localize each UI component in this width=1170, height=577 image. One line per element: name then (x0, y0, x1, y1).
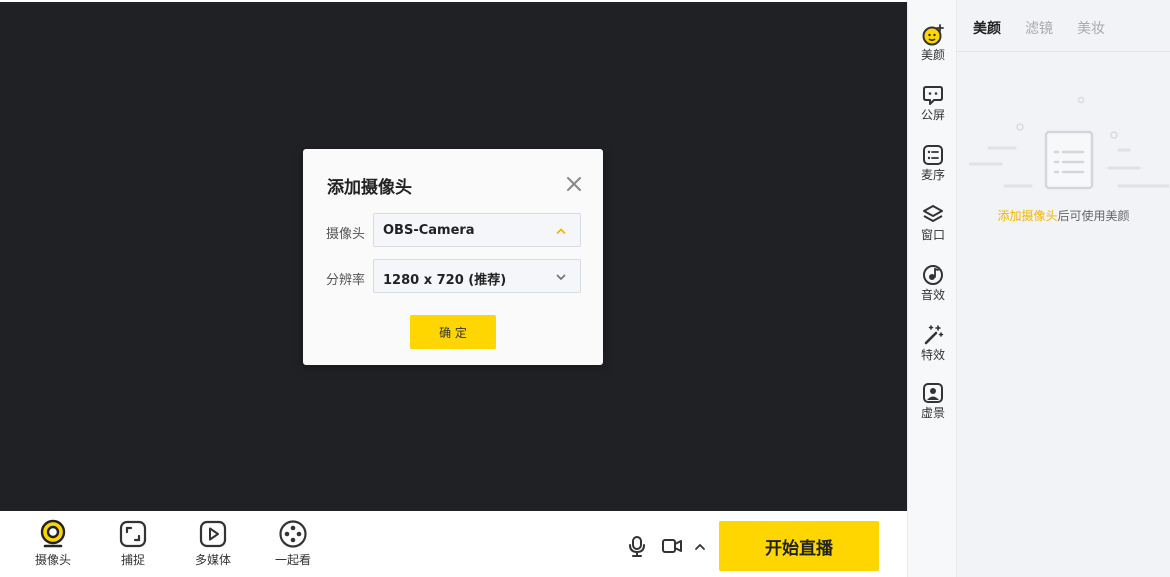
document-list-icon (969, 96, 1169, 190)
tool-watch-together[interactable]: 一起看 (263, 519, 323, 567)
rail-label: 美颜 (920, 48, 945, 62)
tool-media[interactable]: 多媒体 (183, 519, 243, 567)
rail-label: 麦序 (920, 168, 945, 182)
tab-filter[interactable]: 滤镜 (1025, 18, 1053, 38)
sound-effect-icon (923, 265, 943, 285)
chevron-up-icon[interactable] (693, 535, 707, 557)
tool-label: 一起看 (274, 553, 311, 567)
rail-item-chat[interactable]: 公屏 (908, 84, 958, 122)
rail-label: 特效 (920, 348, 945, 362)
add-camera-link[interactable]: 添加摄像头 (997, 209, 1057, 223)
beauty-panel: 美颜 滤镜 美妆 添加摄像头后可使用美颜 (957, 0, 1170, 577)
beauty-face-icon (922, 24, 944, 46)
camera-field-label: 摄像头 (326, 227, 366, 242)
confirm-button[interactable]: 确 定 (410, 315, 496, 349)
rail-label: 窗口 (920, 228, 945, 242)
camera-select[interactable]: OBS-Camera (373, 213, 581, 247)
rail-item-sound-effect[interactable]: 音效 (908, 264, 958, 302)
rail-item-effects[interactable]: 特效 (908, 324, 958, 362)
chevron-up-icon (556, 228, 566, 234)
layers-icon (923, 205, 943, 222)
film-reel-icon (279, 520, 307, 548)
chevron-down-icon (556, 274, 566, 281)
capture-icon (119, 520, 147, 548)
function-rail: 美颜 公屏 麦序 窗口 音效 特效 虚景 (907, 0, 957, 577)
tab-makeup[interactable]: 美妆 (1077, 18, 1105, 38)
rail-label: 虚景 (920, 406, 945, 420)
media-play-icon (199, 520, 227, 548)
tool-camera[interactable]: 摄像头 (23, 519, 83, 567)
resolution-select-value: 1280 x 720 (推荐) (383, 273, 507, 288)
resolution-select[interactable]: 1280 x 720 (推荐) (373, 259, 581, 293)
bottom-toolbar: 摄像头 捕捉 多媒体 一起看 开始直播 (0, 511, 907, 577)
start-live-button[interactable]: 开始直播 (719, 521, 879, 571)
virtual-background-icon (923, 383, 943, 403)
magic-wand-icon (924, 325, 944, 345)
dialog-title: 添加摄像头 (327, 178, 412, 198)
tool-label: 摄像头 (34, 553, 71, 567)
tab-beauty[interactable]: 美颜 (973, 18, 1001, 38)
rail-item-beauty[interactable]: 美颜 (908, 24, 958, 62)
microphone-icon[interactable] (626, 535, 648, 557)
rail-item-virtual-scene[interactable]: 虚景 (908, 382, 958, 420)
video-camera-icon[interactable] (661, 535, 683, 557)
add-camera-dialog: 添加摄像头 摄像头 OBS-Camera 分辨率 1280 x 720 (推荐)… (303, 149, 603, 365)
tool-label: 多媒体 (194, 553, 231, 567)
camera-select-value: OBS-Camera (383, 223, 475, 238)
rail-item-mic-queue[interactable]: 麦序 (908, 144, 958, 182)
rail-label: 音效 (920, 288, 945, 302)
chat-bubble-icon (923, 86, 943, 105)
tool-capture[interactable]: 捕捉 (103, 519, 163, 567)
empty-state-text: 后可使用美颜 (1057, 209, 1130, 223)
rail-item-window[interactable]: 窗口 (908, 204, 958, 242)
rail-label: 公屏 (920, 108, 945, 122)
camera-icon (40, 519, 66, 548)
list-icon (923, 145, 943, 165)
empty-state-message: 添加摄像头后可使用美颜 (957, 207, 1170, 224)
resolution-field-label: 分辨率 (326, 273, 366, 288)
close-icon[interactable] (565, 175, 583, 193)
tool-label: 捕捉 (120, 553, 145, 567)
panel-tabs: 美颜 滤镜 美妆 (957, 0, 1170, 52)
